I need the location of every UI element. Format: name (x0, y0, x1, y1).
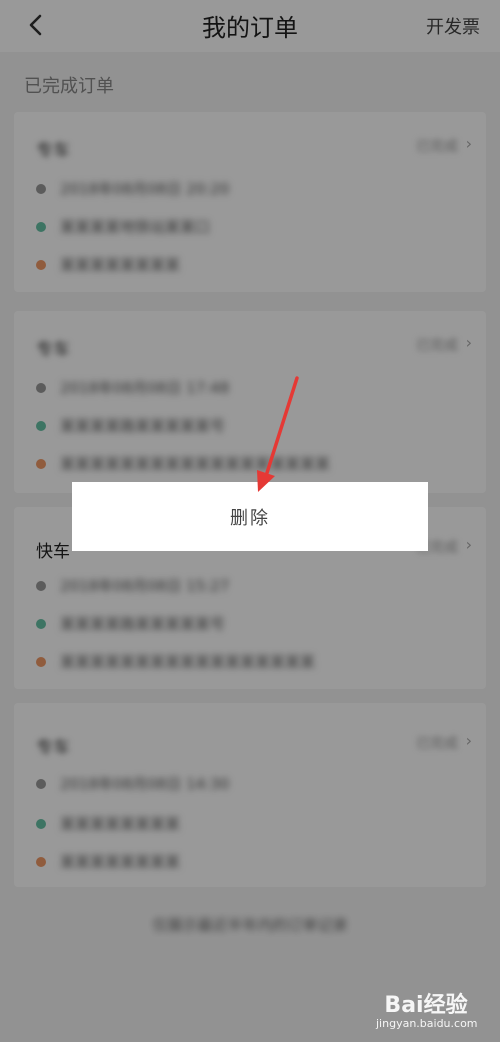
baidu-jingyan-watermark: Bai经验 jingyan.baidu.com (376, 987, 478, 1030)
delete-popup: 删除 (72, 482, 428, 551)
watermark-url: jingyan.baidu.com (376, 1017, 478, 1030)
delete-button[interactable]: 删除 (230, 504, 270, 530)
watermark-logo: Bai经验 (384, 993, 468, 1018)
